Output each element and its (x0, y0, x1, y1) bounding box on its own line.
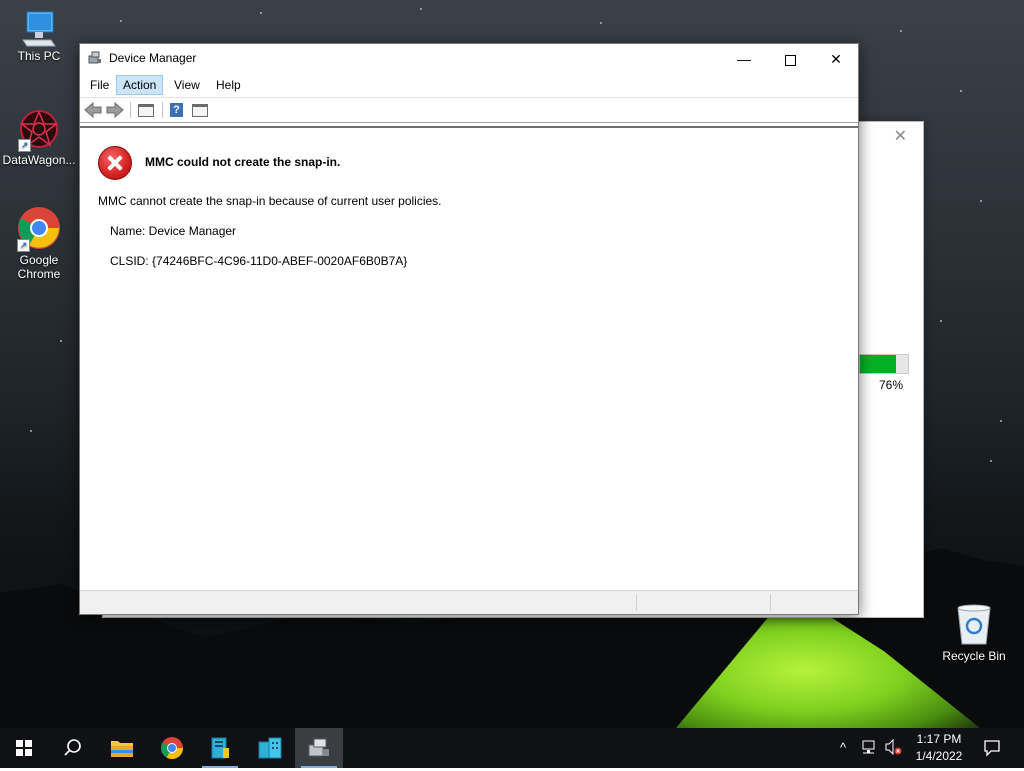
taskbar-datawagon[interactable] (246, 728, 294, 768)
this-pc-icon (21, 10, 57, 47)
menu-view[interactable]: View (168, 76, 206, 94)
desktop-icon-this-pc[interactable]: This PC (1, 10, 77, 63)
status-bar-divider (636, 594, 637, 611)
volume-muted-icon[interactable] (884, 738, 902, 758)
shortcut-arrow-icon: ↗ (17, 239, 30, 252)
title-bar[interactable]: Device Manager — ✕ (80, 44, 858, 74)
status-bar (80, 590, 858, 614)
error-title: MMC could not create the snap-in. (145, 155, 341, 169)
help-icon[interactable]: ? (170, 103, 183, 117)
taskbar-file-explorer[interactable] (98, 728, 146, 768)
network-disconnected-icon[interactable] (862, 739, 880, 758)
error-icon (98, 146, 132, 180)
back-arrow-icon[interactable] (84, 101, 102, 119)
close-button[interactable]: ✕ (813, 44, 859, 74)
progress-fill (860, 355, 897, 373)
desktop-icon-label: Recycle Bin (942, 649, 1006, 663)
show-hidden-icons-chevron-up-icon[interactable]: ^ (840, 740, 846, 755)
recycle-bin-icon (954, 602, 994, 646)
start-button[interactable] (0, 728, 48, 768)
menu-file[interactable]: File (84, 76, 115, 94)
background-progress-percent: 76% (879, 378, 904, 392)
folder-icon (111, 741, 133, 757)
toolbar: ? (80, 97, 858, 123)
building-icon (258, 737, 282, 759)
clock-date: 1/4/2022 (915, 749, 963, 763)
background-window-close-button[interactable]: ✕ (894, 126, 907, 146)
window-title: Device Manager (109, 51, 197, 65)
device-manager-icon (88, 51, 102, 65)
desktop-icon-label: This PC (17, 49, 61, 63)
search-button[interactable] (48, 728, 96, 768)
toolbar-separator (130, 102, 131, 118)
clock-time: 1:17 PM (916, 732, 962, 746)
error-snapin-name: Name: Device Manager (110, 224, 237, 238)
forward-arrow-icon[interactable] (106, 101, 124, 119)
chrome-icon: ↗ (17, 206, 61, 252)
error-snapin-clsid: CLSID: {74246BFC-4C96-11D0-ABEF-0020AF6B… (110, 254, 408, 268)
desktop: This PC ↗ DataWagon... ↗ Google Chrome R… (0, 0, 1024, 728)
device-manager-window: Device Manager — ✕ File Action View Help… (79, 43, 859, 615)
windows-logo-icon (16, 740, 32, 756)
toolbar-separator (162, 102, 163, 118)
background-progress-bar (859, 354, 909, 374)
error-message: MMC cannot create the snap-in because of… (98, 194, 442, 208)
datawagon-icon: ↗ (18, 108, 60, 152)
chrome-icon (161, 737, 183, 759)
desktop-icon-datawagon[interactable]: ↗ DataWagon... (1, 108, 77, 167)
show-hide-action-pane-icon[interactable] (192, 104, 208, 117)
shortcut-arrow-icon: ↗ (18, 139, 31, 152)
minimize-button[interactable]: — (721, 44, 767, 74)
show-hide-console-tree-icon[interactable] (138, 104, 154, 117)
menu-action[interactable]: Action (116, 75, 164, 95)
device-manager-icon (308, 738, 329, 757)
menu-bar: File Action View Help (80, 74, 858, 96)
desktop-icon-label: DataWagon... (2, 153, 76, 167)
error-content-pane: MMC could not create the snap-in. MMC ca… (80, 126, 858, 590)
menu-help[interactable]: Help (210, 76, 247, 94)
desktop-icon-label: Google Chrome (17, 253, 61, 281)
status-bar-divider (770, 594, 771, 611)
action-center-icon[interactable] (983, 739, 1001, 760)
desktop-icon-recycle-bin[interactable]: Recycle Bin (936, 602, 1012, 663)
taskbar-device-manager[interactable] (295, 728, 343, 768)
taskbar: ^ 1:17 PM 1/4/2022 (0, 728, 1024, 768)
taskbar-server-app[interactable] (196, 728, 244, 768)
desktop-icon-google-chrome[interactable]: ↗ Google Chrome (1, 206, 77, 281)
maximize-button[interactable] (767, 44, 813, 74)
taskbar-chrome[interactable] (148, 728, 196, 768)
taskbar-clock[interactable]: 1:17 PM 1/4/2022 (904, 731, 974, 765)
server-app-icon (211, 737, 229, 759)
maximize-icon (784, 54, 796, 66)
search-icon (64, 739, 81, 756)
